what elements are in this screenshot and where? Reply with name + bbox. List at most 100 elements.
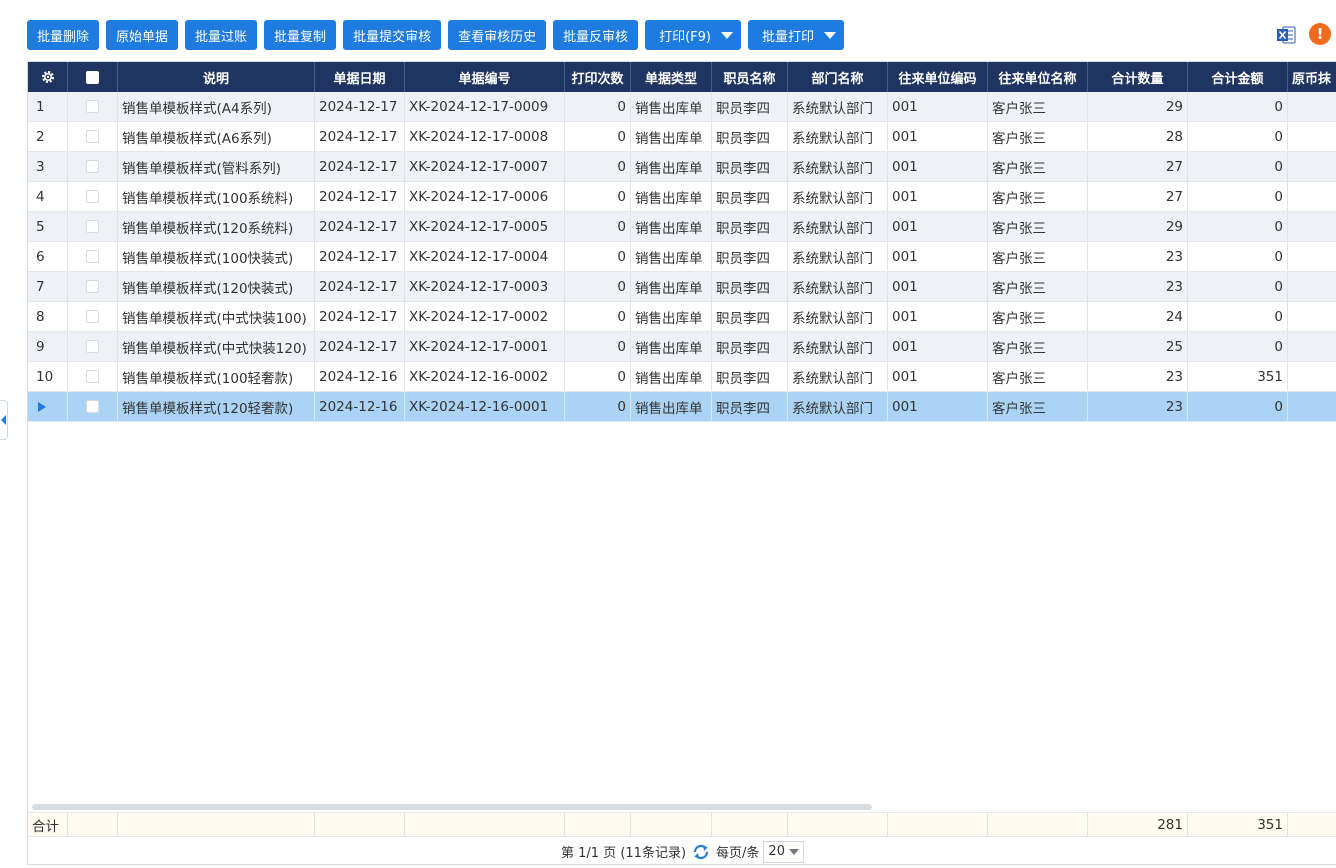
header-total-quantity[interactable]: 合计数量 [1088, 62, 1188, 92]
cell-print-count: 0 [565, 182, 631, 211]
cell-total-quantity: 23 [1088, 392, 1188, 421]
table-row[interactable]: 8 销售单模板样式(中式快装100) 2024-12-17 XK-2024-12-17… [28, 302, 1336, 332]
checkbox[interactable] [86, 100, 99, 113]
row-checkbox[interactable] [68, 242, 118, 271]
batch-print-dropdown-button[interactable]: 批量打印 [748, 20, 845, 50]
chevron-down-icon [788, 848, 799, 855]
row-checkbox[interactable] [68, 272, 118, 301]
header-document-type[interactable]: 单据类型 [631, 62, 712, 92]
checkbox[interactable] [86, 130, 99, 143]
original-document-button[interactable]: 原始单据 [106, 20, 179, 50]
cell-staff-name: 职员李四 [712, 182, 788, 211]
cell-original-currency [1288, 332, 1336, 361]
header-print-count[interactable]: 打印次数 [565, 62, 631, 92]
cell-partner-code: 001 [888, 272, 988, 301]
row-checkbox[interactable] [68, 152, 118, 181]
print-dropdown-button[interactable]: 打印(F9) [645, 20, 742, 50]
cell-partner-name: 客户张三 [988, 182, 1088, 211]
table-row[interactable]: 6 销售单模板样式(100快装式) 2024-12-17 XK-2024-12-17-… [28, 242, 1336, 272]
cell-document-number: XK-2024-12-17-0007 [405, 152, 565, 181]
cell-description: 销售单模板样式(120系统料) [118, 212, 315, 241]
row-checkbox[interactable] [68, 362, 118, 391]
table-row[interactable]: 5 销售单模板样式(120系统料) 2024-12-17 XK-2024-12-17-… [28, 212, 1336, 242]
select-all-checkbox[interactable] [68, 62, 118, 92]
sidebar-collapse-handle[interactable] [0, 400, 8, 440]
cell-document-number: XK-2024-12-16-0002 [405, 362, 565, 391]
refresh-icon[interactable] [692, 843, 710, 861]
header-staff-name[interactable]: 职员名称 [712, 62, 788, 92]
page: 批量删除 原始单据 批量过账 批量复制 批量提交审核 查看审核历史 批量反审核 … [0, 0, 1336, 868]
row-checkbox[interactable] [68, 122, 118, 151]
cell-partner-code: 001 [888, 122, 988, 151]
document-grid: 说明 单据日期 单据编号 打印次数 单据类型 职员名称 部门名称 往来单位编码 … [27, 61, 1336, 865]
checkbox[interactable] [86, 220, 99, 233]
row-checkbox[interactable] [68, 392, 118, 421]
cell-staff-name: 职员李四 [712, 152, 788, 181]
batch-unreview-button[interactable]: 批量反审核 [553, 20, 639, 50]
batch-copy-button[interactable]: 批量复制 [264, 20, 337, 50]
checkbox[interactable] [86, 280, 99, 293]
table-row[interactable]: 1 销售单模板样式(A4系列) 2024-12-17 XK-2024-12-17-00… [28, 92, 1336, 122]
row-checkbox[interactable] [68, 182, 118, 211]
summary-row: 合计 281 351 [28, 812, 1336, 837]
cell-partner-code: 001 [888, 302, 988, 331]
row-checkbox[interactable] [68, 212, 118, 241]
table-row[interactable]: 7 销售单模板样式(120快装式) 2024-12-17 XK-2024-12-17-… [28, 272, 1336, 302]
per-page-select[interactable]: 20 [763, 840, 804, 863]
cell-total-amount: 351 [1188, 362, 1288, 391]
header-total-amount[interactable]: 合计金额 [1188, 62, 1288, 92]
header-document-number[interactable]: 单据编号 [405, 62, 565, 92]
cell-original-currency [1288, 302, 1336, 331]
cell-partner-name: 客户张三 [988, 392, 1088, 421]
batch-delete-button[interactable]: 批量删除 [27, 20, 100, 50]
cell-department: 系统默认部门 [788, 92, 888, 121]
cell-description: 销售单模板样式(100快装式) [118, 242, 315, 271]
checkbox[interactable] [86, 370, 99, 383]
cell-total-quantity: 25 [1088, 332, 1188, 361]
header-department[interactable]: 部门名称 [788, 62, 888, 92]
row-number: 1 [28, 92, 68, 121]
table-row[interactable]: 销售单模板样式(120轻奢款) 2024-12-16 XK-2024-12-16-0… [28, 392, 1336, 422]
checkbox[interactable] [86, 400, 99, 413]
header-partner-name[interactable]: 往来单位名称 [988, 62, 1088, 92]
cell-original-currency [1288, 92, 1336, 121]
row-checkbox[interactable] [68, 332, 118, 361]
cell-original-currency [1288, 152, 1336, 181]
cell-original-currency [1288, 272, 1336, 301]
header-date[interactable]: 单据日期 [315, 62, 405, 92]
view-review-history-button[interactable]: 查看审核历史 [448, 20, 547, 50]
header-original-currency[interactable]: 原币抹 [1288, 62, 1336, 92]
table-row[interactable]: 4 销售单模板样式(100系统料) 2024-12-17 XK-2024-12-17-… [28, 182, 1336, 212]
cell-document-type: 销售出库单 [631, 392, 712, 421]
cell-document-type: 销售出库单 [631, 242, 712, 271]
table-row[interactable]: 3 销售单模板样式(管料系列) 2024-12-17 XK-2024-12-17-00… [28, 152, 1336, 182]
table-row[interactable]: 2 销售单模板样式(A6系列) 2024-12-17 XK-2024-12-17-00… [28, 122, 1336, 152]
column-settings-button[interactable] [28, 62, 68, 92]
summary-total-amount: 351 [1188, 813, 1288, 837]
header-partner-code[interactable]: 往来单位编码 [888, 62, 988, 92]
cell-print-count: 0 [565, 122, 631, 151]
cell-print-count: 0 [565, 362, 631, 391]
row-checkbox[interactable] [68, 302, 118, 331]
cell-total-quantity: 29 [1088, 212, 1188, 241]
row-checkbox[interactable] [68, 92, 118, 121]
cell-total-quantity: 23 [1088, 362, 1188, 391]
cell-staff-name: 职员李四 [712, 392, 788, 421]
checkbox[interactable] [86, 250, 99, 263]
cell-total-amount: 0 [1188, 152, 1288, 181]
batch-post-button[interactable]: 批量过账 [185, 20, 258, 50]
checkbox[interactable] [86, 310, 99, 323]
batch-submit-review-button[interactable]: 批量提交审核 [343, 20, 442, 50]
toolbar: 批量删除 原始单据 批量过账 批量复制 批量提交审核 查看审核历史 批量反审核 … [27, 20, 845, 50]
checkbox[interactable] [86, 340, 99, 353]
header-description[interactable]: 说明 [118, 62, 315, 92]
checkbox[interactable] [86, 160, 99, 173]
checkbox[interactable] [86, 190, 99, 203]
table-row[interactable]: 9 销售单模板样式(中式快装120) 2024-12-17 XK-2024-12-17… [28, 332, 1336, 362]
excel-export-icon[interactable] [1276, 25, 1296, 45]
horizontal-scrollbar[interactable] [32, 804, 872, 810]
cell-date: 2024-12-17 [315, 92, 405, 121]
alert-icon[interactable]: ! [1309, 23, 1331, 45]
cell-staff-name: 职员李四 [712, 242, 788, 271]
table-row[interactable]: 10 销售单模板样式(100轻奢款) 2024-12-16 XK-2024-12-16… [28, 362, 1336, 392]
